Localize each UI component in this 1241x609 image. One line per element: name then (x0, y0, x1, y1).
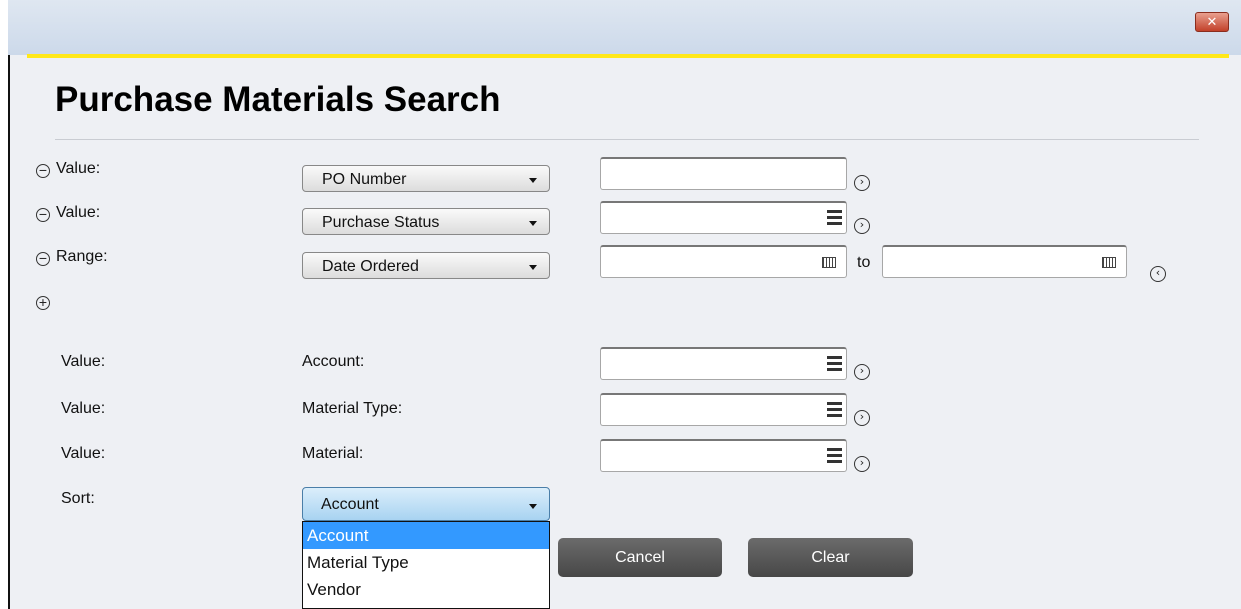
go-icon[interactable]: › (854, 218, 870, 234)
go-icon[interactable]: › (854, 175, 870, 191)
sort-select[interactable]: Account (302, 487, 550, 521)
material-type-input[interactable] (600, 393, 847, 426)
go-icon[interactable]: › (854, 364, 870, 380)
criteria-field-select[interactable]: Purchase Status (302, 208, 550, 235)
fixed-type-label: Value: (61, 353, 106, 370)
calendar-icon[interactable] (1102, 257, 1116, 268)
divider (55, 139, 1199, 140)
remove-criteria-icon[interactable]: − (36, 207, 50, 222)
sort-dropdown-list: Account Material Type Vendor (302, 521, 550, 609)
fixed-type-label: Value: (61, 445, 106, 462)
material-type-label: Material Type: (302, 400, 403, 417)
account-label: Account: (302, 353, 365, 370)
sort-select-value: Account (321, 496, 379, 513)
fixed-type-label: Value: (61, 400, 106, 417)
date-from-input[interactable] (600, 245, 847, 278)
sort-option-vendor[interactable]: Vendor (303, 576, 549, 603)
sort-option-material-type[interactable]: Material Type (303, 549, 549, 576)
account-input[interactable] (600, 347, 847, 380)
select-value: PO Number (322, 171, 407, 188)
criteria-type-label: Range: (56, 248, 108, 265)
go-icon[interactable]: › (854, 456, 870, 472)
clear-button[interactable]: Clear (748, 538, 913, 577)
sort-option-account[interactable]: Account (303, 522, 549, 549)
criteria-field-select[interactable]: Date Ordered (302, 252, 550, 279)
material-label: Material: (302, 445, 364, 462)
caret-down-icon (529, 221, 537, 226)
criteria-field-select[interactable]: PO Number (302, 165, 550, 192)
caret-down-icon (529, 178, 537, 183)
caret-down-icon (529, 504, 537, 509)
criteria-type-label: Value: (56, 204, 101, 221)
cancel-button[interactable]: Cancel (558, 538, 722, 577)
remove-criteria-icon[interactable]: − (36, 163, 50, 178)
select-value: Purchase Status (322, 214, 440, 231)
calendar-icon[interactable] (822, 257, 836, 268)
select-value: Date Ordered (322, 258, 419, 275)
caret-down-icon (529, 265, 537, 270)
list-icon[interactable] (827, 402, 842, 420)
po-number-input[interactable] (600, 157, 847, 190)
remove-criteria-icon[interactable]: − (36, 251, 50, 266)
back-icon[interactable]: ‹ (1150, 266, 1166, 282)
sort-label: Sort: (61, 490, 95, 507)
purchase-status-input[interactable] (600, 201, 847, 234)
close-button[interactable]: ✕ (1195, 12, 1229, 32)
list-icon[interactable] (827, 448, 842, 466)
criteria-type-label: Value: (56, 160, 101, 177)
range-to-label: to (857, 254, 871, 271)
title-bar (8, 0, 1241, 55)
go-icon[interactable]: › (854, 410, 870, 426)
page-title: Purchase Materials Search (55, 80, 501, 119)
list-icon[interactable] (827, 356, 842, 374)
list-icon[interactable] (827, 210, 842, 228)
accent-bar (27, 54, 1229, 58)
material-input[interactable] (600, 439, 847, 472)
date-to-input[interactable] (882, 245, 1127, 278)
add-criteria-icon[interactable]: + (36, 295, 50, 310)
